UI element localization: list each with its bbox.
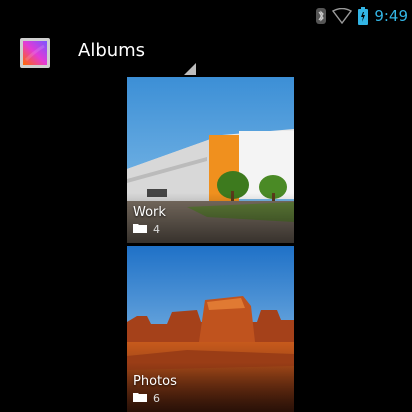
battery-icon <box>358 7 369 25</box>
status-clock: 9:49 <box>374 7 408 25</box>
action-bar: Albums <box>0 34 412 75</box>
wifi-icon <box>332 8 353 24</box>
album-count-value: 4 <box>153 223 160 236</box>
status-bar: 9:49 <box>0 0 412 32</box>
album-count-value: 6 <box>153 392 160 405</box>
folder-icon <box>133 223 147 236</box>
gallery-icon[interactable] <box>20 38 50 68</box>
album-tile-photos[interactable]: Photos 6 <box>127 246 294 412</box>
bluetooth-icon <box>316 8 327 24</box>
album-count: 6 <box>133 392 160 405</box>
page-title: Albums <box>78 40 146 61</box>
album-count: 4 <box>133 223 160 236</box>
folder-icon <box>133 392 147 405</box>
album-name: Work <box>133 205 166 220</box>
albums-spinner[interactable]: Albums <box>78 38 198 75</box>
album-tile-work[interactable]: Work 4 <box>127 77 294 243</box>
album-name: Photos <box>133 374 177 389</box>
